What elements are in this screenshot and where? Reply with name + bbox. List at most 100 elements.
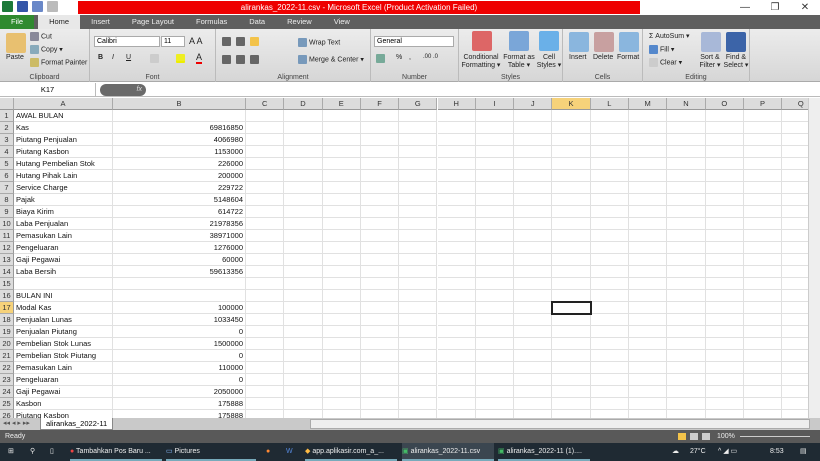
cell-K20[interactable] bbox=[552, 338, 591, 350]
cell-C21[interactable] bbox=[246, 350, 285, 362]
cell-G23[interactable] bbox=[399, 374, 438, 386]
row-header[interactable]: 2 bbox=[0, 122, 14, 134]
cell-Q25[interactable] bbox=[782, 398, 808, 410]
cell-Q7[interactable] bbox=[782, 182, 808, 194]
task-view-icon[interactable]: ▯ bbox=[50, 443, 54, 461]
cell-H9[interactable] bbox=[437, 206, 476, 218]
cell-N10[interactable] bbox=[667, 218, 706, 230]
cell-M21[interactable] bbox=[629, 350, 668, 362]
cell-P12[interactable] bbox=[743, 242, 783, 254]
cell-C16[interactable] bbox=[246, 290, 285, 302]
cell-K11[interactable] bbox=[552, 230, 591, 242]
cell-G26[interactable] bbox=[399, 410, 438, 418]
percent-button[interactable]: % bbox=[396, 54, 402, 61]
cell-M9[interactable] bbox=[629, 206, 668, 218]
cell-C15[interactable] bbox=[246, 278, 285, 290]
cell-G12[interactable] bbox=[399, 242, 438, 254]
cell-P2[interactable] bbox=[743, 122, 783, 134]
row-header[interactable]: 3 bbox=[0, 134, 14, 146]
cell-M2[interactable] bbox=[629, 122, 668, 134]
cell-C22[interactable] bbox=[246, 362, 285, 374]
cell-O3[interactable] bbox=[705, 134, 744, 146]
align-center-icon[interactable] bbox=[236, 55, 245, 64]
cell-Q8[interactable] bbox=[782, 194, 808, 206]
row-header[interactable]: 8 bbox=[0, 194, 14, 206]
cell-G20[interactable] bbox=[399, 338, 438, 350]
cell-D15[interactable] bbox=[284, 278, 323, 290]
cell-M16[interactable] bbox=[629, 290, 668, 302]
cell-G13[interactable] bbox=[399, 254, 438, 266]
cell-B14[interactable]: 59613356 bbox=[113, 266, 246, 278]
column-header-A[interactable]: A bbox=[14, 98, 113, 110]
cell-H18[interactable] bbox=[437, 314, 476, 326]
cell-B20[interactable]: 1500000 bbox=[113, 338, 246, 350]
cell-J1[interactable] bbox=[514, 110, 553, 122]
cell-N7[interactable] bbox=[667, 182, 706, 194]
cell-G17[interactable] bbox=[399, 302, 438, 314]
row-header[interactable]: 6 bbox=[0, 170, 14, 182]
cell-A6[interactable]: Hutang Pihak Lain bbox=[14, 170, 113, 182]
cell-H7[interactable] bbox=[437, 182, 476, 194]
cell-N2[interactable] bbox=[667, 122, 706, 134]
cell-A19[interactable]: Penjualan Piutang bbox=[14, 326, 113, 338]
cell-P16[interactable] bbox=[743, 290, 783, 302]
cell-J23[interactable] bbox=[514, 374, 553, 386]
cell-F19[interactable] bbox=[360, 326, 400, 338]
cell-O9[interactable] bbox=[705, 206, 744, 218]
cell-L3[interactable] bbox=[590, 134, 629, 146]
cell-G8[interactable] bbox=[399, 194, 438, 206]
cell-K3[interactable] bbox=[552, 134, 591, 146]
cell-G16[interactable] bbox=[399, 290, 438, 302]
notifications-icon[interactable]: ▤ bbox=[800, 443, 807, 461]
cell-K19[interactable] bbox=[552, 326, 591, 338]
cell-D1[interactable] bbox=[284, 110, 323, 122]
row-header[interactable]: 19 bbox=[0, 326, 14, 338]
cell-I17[interactable] bbox=[475, 302, 515, 314]
cell-I24[interactable] bbox=[475, 386, 515, 398]
cell-M23[interactable] bbox=[629, 374, 668, 386]
cell-H24[interactable] bbox=[437, 386, 476, 398]
cell-O10[interactable] bbox=[705, 218, 744, 230]
weather-icon[interactable]: ☁ bbox=[672, 443, 679, 461]
tab-page-layout[interactable]: Page Layout bbox=[121, 15, 185, 29]
underline-button[interactable]: U bbox=[126, 54, 131, 61]
currency-icon[interactable] bbox=[376, 54, 385, 63]
cell-L14[interactable] bbox=[590, 266, 629, 278]
cell-N4[interactable] bbox=[667, 146, 706, 158]
cell-F12[interactable] bbox=[360, 242, 400, 254]
cell-O12[interactable] bbox=[705, 242, 744, 254]
cell-K6[interactable] bbox=[552, 170, 591, 182]
cell-E22[interactable] bbox=[322, 362, 361, 374]
cell-G10[interactable] bbox=[399, 218, 438, 230]
cell-N21[interactable] bbox=[667, 350, 706, 362]
cell-B19[interactable]: 0 bbox=[113, 326, 246, 338]
cell-O5[interactable] bbox=[705, 158, 744, 170]
cell-B15[interactable] bbox=[113, 278, 246, 290]
row-header[interactable]: 25 bbox=[0, 398, 14, 410]
cell-B26[interactable]: 175888 bbox=[113, 410, 246, 418]
format-button[interactable]: Format bbox=[617, 54, 639, 61]
cell-E12[interactable] bbox=[322, 242, 361, 254]
row-header[interactable]: 24 bbox=[0, 386, 14, 398]
cell-F22[interactable] bbox=[360, 362, 400, 374]
cell-H6[interactable] bbox=[437, 170, 476, 182]
row-header[interactable]: 21 bbox=[0, 350, 14, 362]
page-layout-view-icon[interactable] bbox=[690, 433, 698, 440]
cell-I1[interactable] bbox=[475, 110, 515, 122]
cell-H3[interactable] bbox=[437, 134, 476, 146]
align-left-icon[interactable] bbox=[222, 55, 231, 64]
font-name-select[interactable]: Calibri bbox=[94, 36, 160, 47]
cell-O11[interactable] bbox=[705, 230, 744, 242]
taskbar-chrome[interactable]: ● Tambahkan Pos Baru ... bbox=[70, 443, 162, 461]
cell-E3[interactable] bbox=[322, 134, 361, 146]
fill-color-icon[interactable] bbox=[176, 54, 185, 63]
column-header-K[interactable]: K bbox=[552, 98, 591, 110]
fill-button[interactable]: Fill ▾ bbox=[649, 45, 674, 54]
cell-F2[interactable] bbox=[360, 122, 400, 134]
cell-E14[interactable] bbox=[322, 266, 361, 278]
cell-O22[interactable] bbox=[705, 362, 744, 374]
cell-K18[interactable] bbox=[552, 314, 591, 326]
cell-A25[interactable]: Kasbon bbox=[14, 398, 113, 410]
cell-E23[interactable] bbox=[322, 374, 361, 386]
cell-A20[interactable]: Pembelian Stok Lunas bbox=[14, 338, 113, 350]
